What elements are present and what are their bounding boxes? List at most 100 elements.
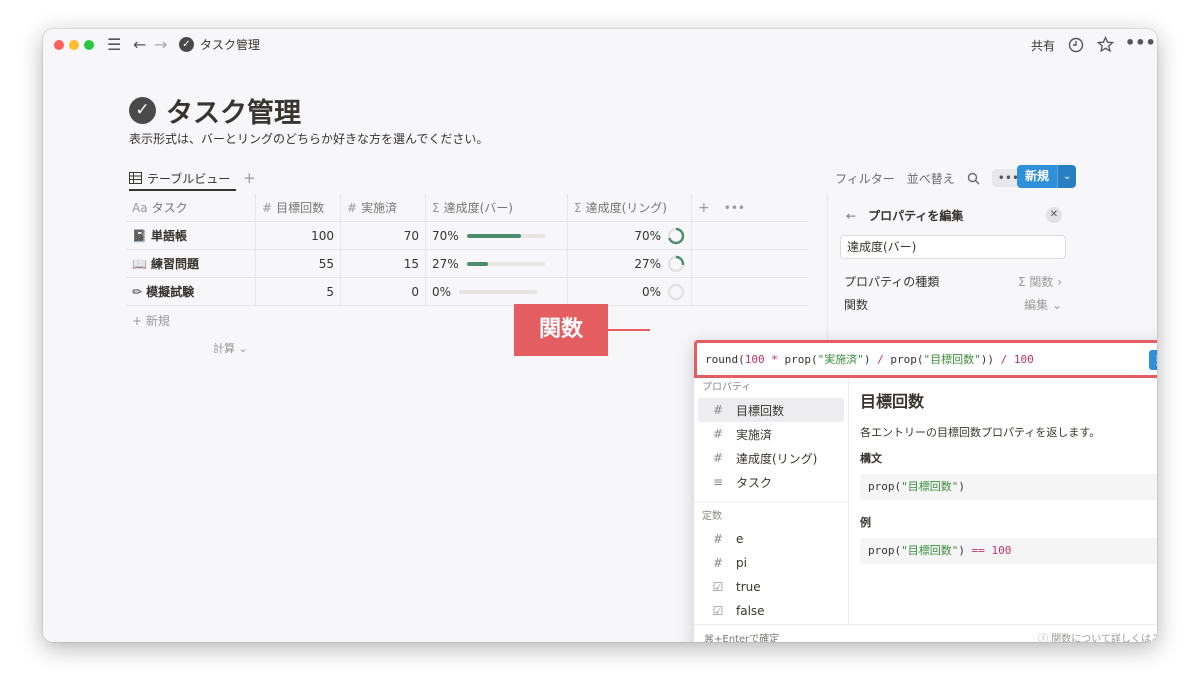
text-lines-icon: ≡: [712, 475, 724, 489]
list-item[interactable]: ≡ タスク: [698, 470, 844, 494]
table-icon: [129, 172, 142, 184]
formula-reference-list: プロパティ # 目標回数 # 実施済 # 達成度(リング) ≡ タスク 定数 # e # p…: [694, 378, 849, 624]
add-row-button[interactable]: + 新規: [132, 312, 170, 329]
list-item[interactable]: # 達成度(リング): [698, 446, 844, 470]
breadcrumb-title: タスク管理: [200, 38, 261, 52]
number-type-icon: #: [347, 200, 358, 215]
header-done[interactable]: # 実施済: [341, 194, 426, 221]
progress-bar-fill: [466, 261, 488, 266]
progress-ring: [667, 255, 685, 272]
help-link[interactable]: ⓘ 関数について詳しくはこちら: [1038, 630, 1157, 642]
formula-code: round(100 * prop("実施済") / prop("目標回数")) …: [705, 353, 1034, 366]
done-value[interactable]: 70: [341, 222, 426, 249]
menu-icon[interactable]: ☰: [107, 35, 121, 55]
function-row[interactable]: 関数 編集 ⌄: [844, 296, 1062, 313]
chevron-down-icon[interactable]: ⌄: [1057, 165, 1077, 188]
header-target[interactable]: # 目標回数: [256, 194, 341, 221]
page-title: タスク管理: [166, 98, 301, 129]
formula-footer: ⌘+Enterで確定 ⓘ 関数について詳しくはこちら: [694, 624, 1157, 642]
text-type-icon: Aa: [132, 200, 148, 215]
table-row[interactable]: 📖 練習問題 55 15 27% 27%: [126, 250, 808, 278]
task-name[interactable]: 模擬試験: [146, 283, 194, 300]
book-icon: 📓: [132, 228, 147, 243]
property-type-row[interactable]: プロパティの種類 Σ 関数 ›: [844, 273, 1062, 290]
forward-arrow-icon[interactable]: →: [154, 35, 167, 55]
calculate-dropdown[interactable]: 計算 ⌄: [213, 340, 248, 356]
header-bar[interactable]: Σ 達成度(バー): [426, 194, 568, 221]
list-item[interactable]: ☑ false: [698, 599, 844, 623]
app-window: ☰ ← → ✓ タスク管理 共有 ••• ✓ タスク管理 表示形式は、バーとリン…: [43, 29, 1157, 642]
target-value[interactable]: 55: [256, 250, 341, 277]
add-property-icon[interactable]: +: [698, 200, 710, 216]
filter-button[interactable]: フィルター: [835, 170, 895, 187]
formula-type-icon: Σ: [574, 200, 582, 215]
formula-detail: 目標回数 各エントリーの目標回数プロパティを返します。 構文 prop("目標回…: [860, 388, 1157, 564]
header-actions: + •••: [692, 194, 808, 221]
close-window-button[interactable]: [54, 40, 64, 50]
new-button-label[interactable]: 新規: [1017, 165, 1058, 188]
tab-table-view[interactable]: テーブルビュー: [129, 167, 237, 191]
example-heading: 例: [860, 516, 871, 529]
section-heading: プロパティ: [702, 382, 752, 393]
zoom-window-button[interactable]: [84, 40, 94, 50]
back-arrow-icon[interactable]: ←: [133, 35, 146, 55]
new-button[interactable]: 新規 ⌄: [1017, 165, 1077, 188]
number-type-icon: #: [262, 200, 273, 215]
ring-percent: 0%: [641, 284, 661, 299]
checkbox-icon: ☑: [712, 580, 724, 594]
check-circle-icon: ✓: [179, 37, 194, 52]
task-name[interactable]: 練習問題: [151, 255, 199, 272]
list-item[interactable]: # 目標回数: [698, 398, 844, 422]
syntax-code: prop("目標回数"): [860, 474, 1157, 500]
star-icon[interactable]: [1097, 36, 1114, 53]
share-button[interactable]: 共有: [1031, 37, 1055, 54]
minimize-window-button[interactable]: [69, 40, 79, 50]
close-icon[interactable]: ✕: [1046, 207, 1062, 223]
help-icon: ⓘ: [1038, 634, 1049, 642]
more-options-icon[interactable]: •••: [1125, 33, 1156, 53]
header-ring[interactable]: Σ 達成度(リング): [568, 194, 692, 221]
task-name[interactable]: 単語帳: [151, 227, 187, 244]
property-name-input[interactable]: 達成度(バー): [840, 235, 1066, 259]
done-value[interactable]: 15: [341, 250, 426, 277]
progress-bar: [466, 261, 545, 266]
ring-percent: 70%: [634, 228, 661, 243]
checkbox-icon: ☑: [712, 604, 724, 618]
done-value[interactable]: 0: [341, 278, 426, 305]
number-type-icon: #: [712, 451, 724, 465]
clock-icon[interactable]: [1068, 37, 1084, 53]
list-item[interactable]: ☑ true: [698, 575, 844, 599]
detail-description: 各エントリーの目標回数プロパティを返します。: [860, 426, 1101, 439]
property-more-icon[interactable]: •••: [724, 201, 745, 215]
breadcrumb[interactable]: ✓ タスク管理: [179, 36, 260, 53]
number-type-icon: #: [712, 427, 724, 441]
target-value[interactable]: 5: [256, 278, 341, 305]
bar-percent: 0%: [432, 284, 452, 299]
list-item[interactable]: # pi: [698, 551, 844, 575]
progress-bar: [466, 233, 545, 238]
ring-percent: 27%: [634, 256, 661, 271]
list-item[interactable]: # e: [698, 527, 844, 551]
done-button[interactable]: 完了: [1149, 350, 1157, 370]
open-book-icon: 📖: [132, 256, 147, 271]
table-header-row: Aa タスク # 目標回数 # 実施済 Σ 達成度(バー) Σ 達成度(リング)…: [126, 194, 808, 222]
header-task[interactable]: Aa タスク: [126, 194, 256, 221]
section-heading: 定数: [702, 511, 722, 522]
progress-ring: [667, 283, 685, 300]
target-value[interactable]: 100: [256, 222, 341, 249]
page-header: ✓ タスク管理: [129, 91, 301, 130]
table-row[interactable]: 📓 単語帳 100 70 70% 70%: [126, 222, 808, 250]
title-bar: ☰ ← → ✓ タスク管理 共有 •••: [43, 29, 1157, 61]
progress-bar-fill: [466, 233, 522, 238]
add-view-icon[interactable]: +: [243, 169, 256, 187]
list-item[interactable]: # 実施済: [698, 422, 844, 446]
panel-title: プロパティを編集: [868, 209, 964, 223]
sort-button[interactable]: 並べ替え: [907, 170, 955, 187]
back-arrow-icon[interactable]: ←: [846, 209, 856, 223]
search-icon[interactable]: [967, 172, 980, 185]
confirm-hint: ⌘+Enterで確定: [704, 634, 780, 642]
bar-percent: 70%: [432, 228, 459, 243]
example-code: prop("目標回数") == 100: [860, 538, 1157, 564]
formula-input[interactable]: round(100 * prop("実施済") / prop("目標回数")) …: [694, 340, 1157, 378]
table-row[interactable]: ✏ 模擬試験 5 0 0% 0%: [126, 278, 808, 306]
